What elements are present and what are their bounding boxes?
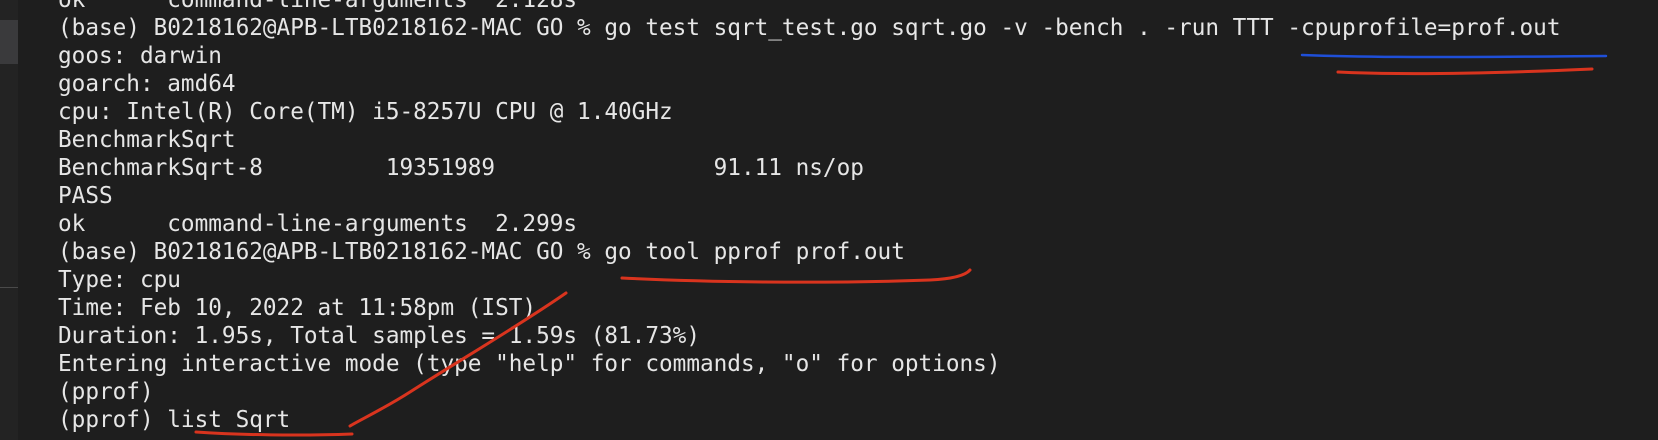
- terminal-line: BenchmarkSqrt-8 19351989 91.11 ns/op: [58, 155, 864, 181]
- terminal-line: BenchmarkSqrt: [58, 127, 236, 153]
- editor-gutter: [0, 0, 18, 440]
- terminal-line: (pprof): [58, 379, 154, 405]
- terminal-line: Duration: 1.95s, Total samples = 1.59s (…: [58, 323, 700, 349]
- terminal-prompt-line[interactable]: (pprof) list Sqrt: [58, 406, 1561, 434]
- terminal-line: PASS: [58, 183, 113, 209]
- terminal-window[interactable]: ok command-line-arguments 2.128s (base) …: [0, 0, 1658, 440]
- terminal-line: Type: cpu: [58, 267, 181, 293]
- terminal-line: ok command-line-arguments 2.128s: [58, 0, 578, 13]
- terminal-line: ok command-line-arguments 2.299s: [58, 211, 578, 237]
- gutter-divider: [0, 287, 18, 288]
- terminal-output[interactable]: ok command-line-arguments 2.128s (base) …: [58, 0, 1561, 434]
- terminal-line: (base) B0218162@APB-LTB0218162-MAC GO % …: [58, 239, 905, 265]
- terminal-line: Entering interactive mode (type "help" f…: [58, 351, 1001, 377]
- terminal-line: Time: Feb 10, 2022 at 11:58pm (IST): [58, 295, 537, 321]
- gutter-active-marker[interactable]: [0, 20, 18, 64]
- terminal-line: (base) B0218162@APB-LTB0218162-MAC GO % …: [58, 15, 1561, 41]
- terminal-line: cpu: Intel(R) Core(TM) i5-8257U CPU @ 1.…: [58, 99, 673, 125]
- terminal-line: goos: darwin: [58, 43, 222, 69]
- terminal-line: goarch: amd64: [58, 71, 236, 97]
